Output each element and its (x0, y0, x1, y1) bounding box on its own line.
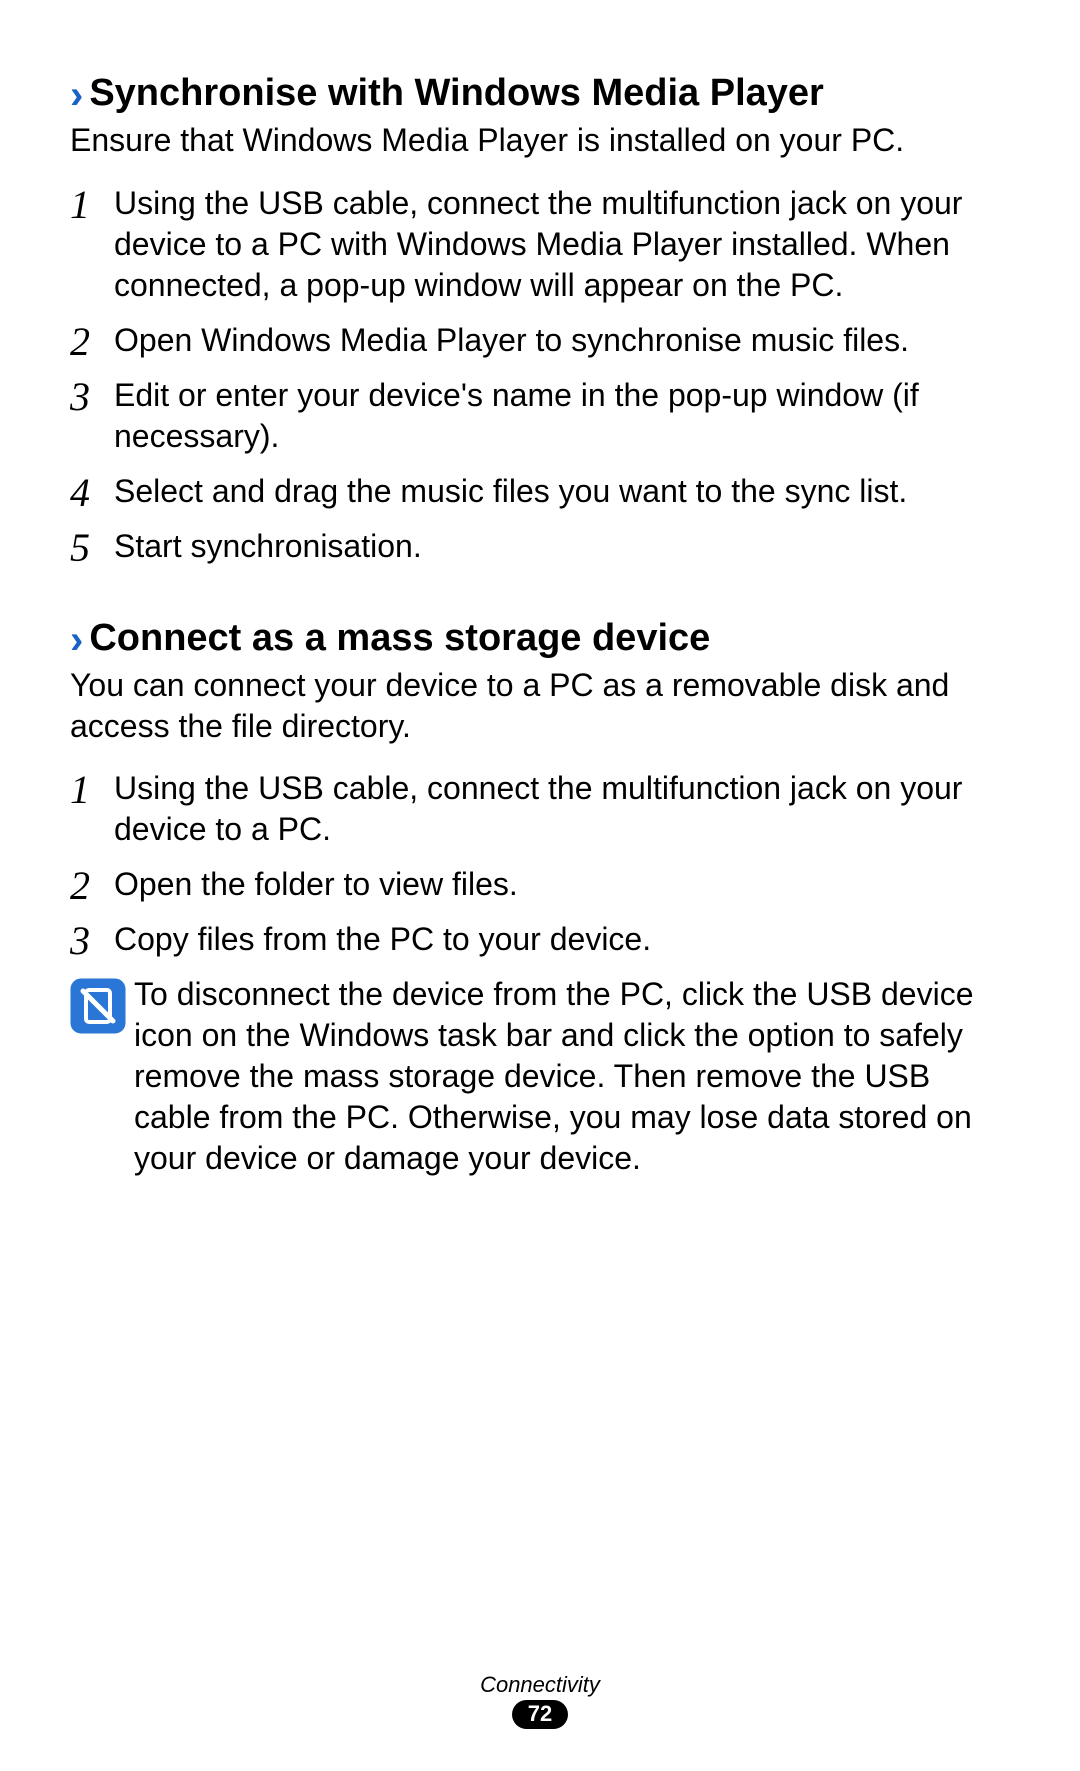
section-spacer (70, 581, 1010, 615)
step-item: 3 Copy files from the PC to your device. (70, 919, 1010, 960)
step-text: Open Windows Media Player to synchronise… (114, 320, 1010, 361)
note-text: To disconnect the device from the PC, cl… (134, 974, 1010, 1179)
step-number: 2 (70, 866, 114, 906)
step-number: 1 (70, 770, 114, 810)
step-text: Copy files from the PC to your device. (114, 919, 1010, 960)
section-title-text: Synchronise with Windows Media Player (89, 71, 824, 117)
chevron-right-icon: › (70, 71, 83, 119)
step-number: 3 (70, 921, 114, 961)
step-item: 3 Edit or enter your device's name in th… (70, 375, 1010, 457)
page-footer: Connectivity 72 (0, 1672, 1080, 1729)
step-item: 2 Open Windows Media Player to synchroni… (70, 320, 1010, 361)
step-text: Start synchronisation. (114, 526, 1010, 567)
step-number: 4 (70, 473, 114, 513)
section-heading-sync: › Synchronise with Windows Media Player (70, 70, 1010, 118)
manual-page: › Synchronise with Windows Media Player … (0, 0, 1080, 1771)
chevron-right-icon: › (70, 616, 83, 664)
step-item: 4 Select and drag the music files you wa… (70, 471, 1010, 512)
step-text: Using the USB cable, connect the multifu… (114, 768, 1010, 850)
step-number: 5 (70, 528, 114, 568)
step-text: Open the folder to view files. (114, 864, 1010, 905)
footer-page-number: 72 (512, 1700, 568, 1729)
step-item: 2 Open the folder to view files. (70, 864, 1010, 905)
step-number: 3 (70, 377, 114, 417)
step-text: Using the USB cable, connect the multifu… (114, 183, 1010, 306)
step-text: Edit or enter your device's name in the … (114, 375, 1010, 457)
steps-list-mass-storage: 1 Using the USB cable, connect the multi… (70, 768, 1010, 960)
section-intro: Ensure that Windows Media Player is inst… (70, 120, 1010, 161)
steps-list-sync: 1 Using the USB cable, connect the multi… (70, 183, 1010, 567)
step-item: 1 Using the USB cable, connect the multi… (70, 768, 1010, 850)
note-block: To disconnect the device from the PC, cl… (70, 974, 1010, 1179)
step-number: 2 (70, 322, 114, 362)
step-item: 1 Using the USB cable, connect the multi… (70, 183, 1010, 306)
footer-section-label: Connectivity (0, 1672, 1080, 1698)
section-title-text: Connect as a mass storage device (89, 616, 710, 662)
section-intro: You can connect your device to a PC as a… (70, 665, 1010, 747)
step-item: 5 Start synchronisation. (70, 526, 1010, 567)
section-heading-mass-storage: › Connect as a mass storage device (70, 615, 1010, 663)
note-icon (70, 978, 126, 1034)
step-text: Select and drag the music files you want… (114, 471, 1010, 512)
step-number: 1 (70, 185, 114, 225)
